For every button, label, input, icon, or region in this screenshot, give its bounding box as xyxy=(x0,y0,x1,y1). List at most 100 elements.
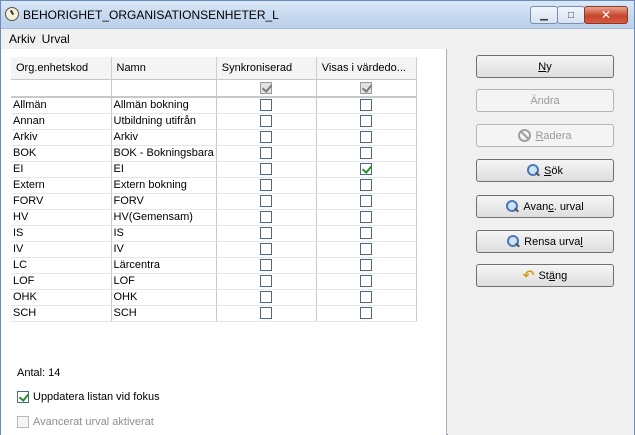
table-row[interactable]: SCH SCH xyxy=(11,305,417,322)
update-on-focus-checkbox[interactable] xyxy=(17,391,29,403)
sync-checkbox[interactable] xyxy=(260,211,273,224)
sync-checkbox[interactable] xyxy=(260,243,273,256)
name-cell: Allmän bokning xyxy=(111,97,217,114)
filter-sync-cell[interactable] xyxy=(216,79,317,98)
filter-visas-checkbox[interactable] xyxy=(360,81,373,94)
column-header-sync[interactable]: Synkroniserad xyxy=(216,57,317,80)
column-header-name[interactable]: Namn xyxy=(111,57,217,80)
visas-checkbox[interactable] xyxy=(360,243,373,256)
visas-checkbox[interactable] xyxy=(360,147,373,160)
table-row[interactable]: IS IS xyxy=(11,225,417,242)
sync-checkbox[interactable] xyxy=(260,307,273,320)
visas-checkbox[interactable] xyxy=(360,307,373,320)
action-pane: Ny Ändra Radera Sök Avanc. urval Rensa u… xyxy=(448,49,634,435)
magnifier-icon xyxy=(507,235,520,248)
table-row[interactable]: LOF LOF xyxy=(11,273,417,290)
title-bar: BEHORIGHET_ORGANISATIONSENHETER_L ▁ □ ✕ xyxy=(1,1,634,29)
name-cell: IV xyxy=(111,241,217,258)
visas-cell xyxy=(316,209,417,226)
menu-arkiv[interactable]: Arkiv xyxy=(9,32,36,46)
edit-button[interactable]: Ändra xyxy=(476,89,614,112)
table-row[interactable]: OHK OHK xyxy=(11,289,417,306)
advanced-active-checkbox xyxy=(17,416,29,428)
filter-code-cell[interactable] xyxy=(11,79,112,98)
sync-checkbox[interactable] xyxy=(260,131,273,144)
menu-urval[interactable]: Urval xyxy=(42,32,70,46)
close-window-button[interactable]: ✕ xyxy=(584,6,628,24)
minimize-button[interactable]: ▁ xyxy=(530,6,558,24)
sync-cell xyxy=(216,161,317,178)
visas-checkbox[interactable] xyxy=(360,291,373,304)
filter-visas-cell[interactable] xyxy=(316,79,417,98)
code-cell: SCH xyxy=(11,305,112,322)
advanced-search-button[interactable]: Avanc. urval xyxy=(476,195,614,218)
delete-button[interactable]: Radera xyxy=(476,124,614,147)
sync-checkbox[interactable] xyxy=(260,99,273,112)
org-unit-table: Org.enhetskod Namn Synkroniserad Visas i… xyxy=(11,57,417,322)
name-cell: FORV xyxy=(111,193,217,210)
delete-button-label: Radera xyxy=(535,129,572,142)
table-row[interactable]: HV HV(Gemensam) xyxy=(11,209,417,226)
sync-checkbox[interactable] xyxy=(260,259,273,272)
code-cell: Allmän xyxy=(11,97,112,114)
visas-cell xyxy=(316,257,417,274)
sync-checkbox[interactable] xyxy=(260,275,273,288)
maximize-button[interactable]: □ xyxy=(557,6,585,24)
new-button-label: Ny xyxy=(538,60,552,73)
sync-checkbox[interactable] xyxy=(260,147,273,160)
close-button[interactable]: ↶ Stäng xyxy=(476,264,614,287)
visas-checkbox[interactable] xyxy=(360,179,373,192)
sync-checkbox[interactable] xyxy=(260,227,273,240)
visas-cell xyxy=(316,273,417,290)
row-count: Antal: 14 xyxy=(17,367,61,379)
filter-name-cell[interactable] xyxy=(111,79,217,98)
visas-checkbox[interactable] xyxy=(360,211,373,224)
sync-cell xyxy=(216,209,317,226)
visas-checkbox[interactable] xyxy=(360,195,373,208)
sync-checkbox[interactable] xyxy=(260,291,273,304)
code-cell: FORV xyxy=(11,193,112,210)
sync-cell xyxy=(216,257,317,274)
name-cell: Utbildning utifrån xyxy=(111,113,217,130)
window-title: BEHORIGHET_ORGANISATIONSENHETER_L xyxy=(23,8,279,22)
advanced-search-button-label: Avanc. urval xyxy=(523,200,584,213)
visas-cell xyxy=(316,97,417,114)
table-row[interactable]: Extern Extern bokning xyxy=(11,177,417,194)
column-header-visas[interactable]: Visas i värdedo... xyxy=(316,57,417,80)
maximize-icon: □ xyxy=(567,9,575,21)
clear-selection-button-label: Rensa urval xyxy=(524,235,583,248)
table-row[interactable]: BOK BOK - Bokningsbara xyxy=(11,145,417,162)
visas-cell xyxy=(316,289,417,306)
update-on-focus-label: Uppdatera listan vid fokus xyxy=(33,391,160,403)
table-row[interactable]: FORV FORV xyxy=(11,193,417,210)
name-cell: IS xyxy=(111,225,217,242)
visas-checkbox[interactable] xyxy=(360,131,373,144)
sync-checkbox[interactable] xyxy=(260,195,273,208)
name-cell: SCH xyxy=(111,305,217,322)
visas-checkbox[interactable] xyxy=(360,259,373,272)
visas-checkbox[interactable] xyxy=(360,99,373,112)
table-row[interactable]: EI EI xyxy=(11,161,417,178)
visas-checkbox[interactable] xyxy=(360,115,373,128)
update-on-focus-option[interactable]: Uppdatera listan vid fokus xyxy=(17,391,160,403)
clear-selection-button[interactable]: Rensa urval xyxy=(476,230,614,253)
table-row[interactable]: Annan Utbildning utifrån xyxy=(11,113,417,130)
visas-checkbox[interactable] xyxy=(360,163,373,176)
sync-cell xyxy=(216,305,317,322)
sync-checkbox[interactable] xyxy=(260,115,273,128)
table-row[interactable]: IV IV xyxy=(11,241,417,258)
window: BEHORIGHET_ORGANISATIONSENHETER_L ▁ □ ✕ … xyxy=(0,0,635,435)
name-cell: EI xyxy=(111,161,217,178)
table-row[interactable]: Allmän Allmän bokning xyxy=(11,97,417,114)
visas-checkbox[interactable] xyxy=(360,227,373,240)
search-button[interactable]: Sök xyxy=(476,159,614,182)
sync-checkbox[interactable] xyxy=(260,179,273,192)
sync-checkbox[interactable] xyxy=(260,163,273,176)
table-row[interactable]: Arkiv Arkiv xyxy=(11,129,417,146)
table-row[interactable]: LC Lärcentra xyxy=(11,257,417,274)
filter-sync-checkbox[interactable] xyxy=(260,81,273,94)
column-header-code[interactable]: Org.enhetskod xyxy=(11,57,112,80)
visas-checkbox[interactable] xyxy=(360,275,373,288)
name-cell: OHK xyxy=(111,289,217,306)
new-button[interactable]: Ny xyxy=(476,55,614,78)
